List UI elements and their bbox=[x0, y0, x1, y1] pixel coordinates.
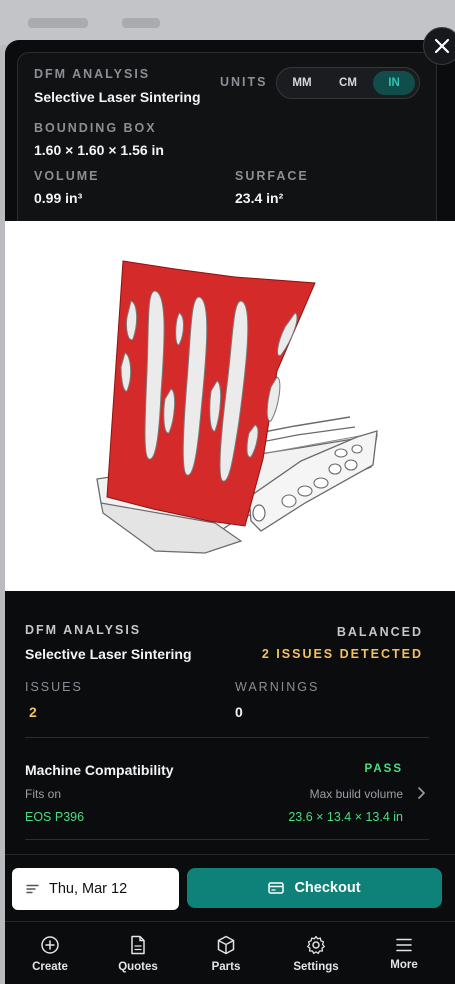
build-volume-label: Max build volume bbox=[309, 787, 403, 801]
issues-label: ISSUES bbox=[25, 680, 83, 694]
issues-detected-badge[interactable]: 2 ISSUES DETECTED bbox=[262, 647, 423, 661]
analysis-process: Selective Laser Sintering bbox=[25, 646, 192, 662]
summary-section-label: DFM ANALYSIS bbox=[34, 67, 151, 81]
backdrop-header bbox=[0, 0, 455, 45]
close-icon bbox=[434, 38, 450, 54]
analysis-section-label: DFM ANALYSIS bbox=[25, 623, 142, 637]
gear-icon bbox=[307, 935, 325, 954]
action-bar: Thu, Mar 12 Checkout bbox=[5, 854, 455, 920]
surface-label: SURFACE bbox=[235, 169, 309, 183]
date-selector-button[interactable]: Thu, Mar 12 bbox=[12, 868, 179, 910]
backdrop-title-blurred bbox=[28, 18, 88, 28]
plus-circle-icon bbox=[41, 935, 59, 954]
nav-quotes-label: Quotes bbox=[118, 960, 158, 973]
credit-card-icon bbox=[268, 882, 285, 894]
nav-create[interactable]: Create bbox=[5, 922, 95, 984]
unit-in-option[interactable]: IN bbox=[373, 71, 415, 95]
section-divider bbox=[25, 737, 429, 738]
nav-quotes[interactable]: Quotes bbox=[93, 922, 183, 984]
surface-value: 23.4 in² bbox=[235, 190, 284, 206]
nav-settings[interactable]: Settings bbox=[271, 922, 361, 984]
backdrop-price-blurred bbox=[122, 18, 160, 28]
checkout-button[interactable]: Checkout bbox=[187, 868, 442, 908]
nav-create-label: Create bbox=[32, 960, 68, 973]
build-volume-value: 23.6 × 13.4 × 13.4 in bbox=[288, 810, 403, 824]
machine-compatibility-row[interactable]: Machine Compatibility PASS Fits on Max b… bbox=[5, 751, 455, 851]
chevron-right-icon bbox=[418, 787, 426, 799]
lines-icon bbox=[26, 884, 39, 894]
machine-name: EOS P396 bbox=[25, 810, 85, 824]
menu-icon bbox=[396, 938, 412, 951]
nav-more-label: More bbox=[390, 958, 418, 971]
volume-value: 0.99 in³ bbox=[34, 190, 83, 206]
warnings-count: 0 bbox=[235, 704, 243, 720]
issues-count: 2 bbox=[29, 704, 37, 720]
fits-on-label: Fits on bbox=[25, 787, 62, 801]
part-model-image bbox=[96, 260, 378, 554]
nav-settings-label: Settings bbox=[293, 960, 339, 973]
units-toggle: MM CM IN bbox=[276, 67, 420, 99]
cube-icon bbox=[217, 935, 235, 954]
document-icon bbox=[131, 935, 145, 954]
compatibility-status: PASS bbox=[364, 763, 403, 775]
analysis-mode: BALANCED bbox=[336, 625, 423, 639]
unit-mm-option[interactable]: MM bbox=[281, 71, 323, 95]
dfm-sheet: DFM ANALYSIS Selective Laser Sintering U… bbox=[5, 40, 455, 984]
date-label: Thu, Mar 12 bbox=[49, 881, 128, 897]
part-preview[interactable] bbox=[5, 221, 455, 591]
analysis-section: DFM ANALYSIS Selective Laser Sintering B… bbox=[5, 591, 455, 861]
nav-more[interactable]: More bbox=[359, 922, 449, 984]
bounding-box-value: 1.60 × 1.60 × 1.56 in bbox=[34, 142, 164, 158]
bounding-box-label: BOUNDING BOX bbox=[34, 121, 157, 135]
checkout-label: Checkout bbox=[294, 880, 361, 896]
units-label: UNITS bbox=[220, 75, 268, 89]
bottom-nav: Create Quotes Parts Settings More bbox=[5, 921, 455, 984]
close-button[interactable] bbox=[423, 27, 455, 65]
summary-process: Selective Laser Sintering bbox=[34, 89, 201, 105]
compatibility-title: Machine Compatibility bbox=[25, 762, 174, 778]
volume-label: VOLUME bbox=[34, 169, 100, 183]
nav-parts[interactable]: Parts bbox=[181, 922, 271, 984]
nav-parts-label: Parts bbox=[211, 960, 241, 973]
row-divider bbox=[25, 839, 429, 840]
unit-cm-option[interactable]: CM bbox=[327, 71, 369, 95]
warnings-label: WARNINGS bbox=[235, 680, 320, 694]
